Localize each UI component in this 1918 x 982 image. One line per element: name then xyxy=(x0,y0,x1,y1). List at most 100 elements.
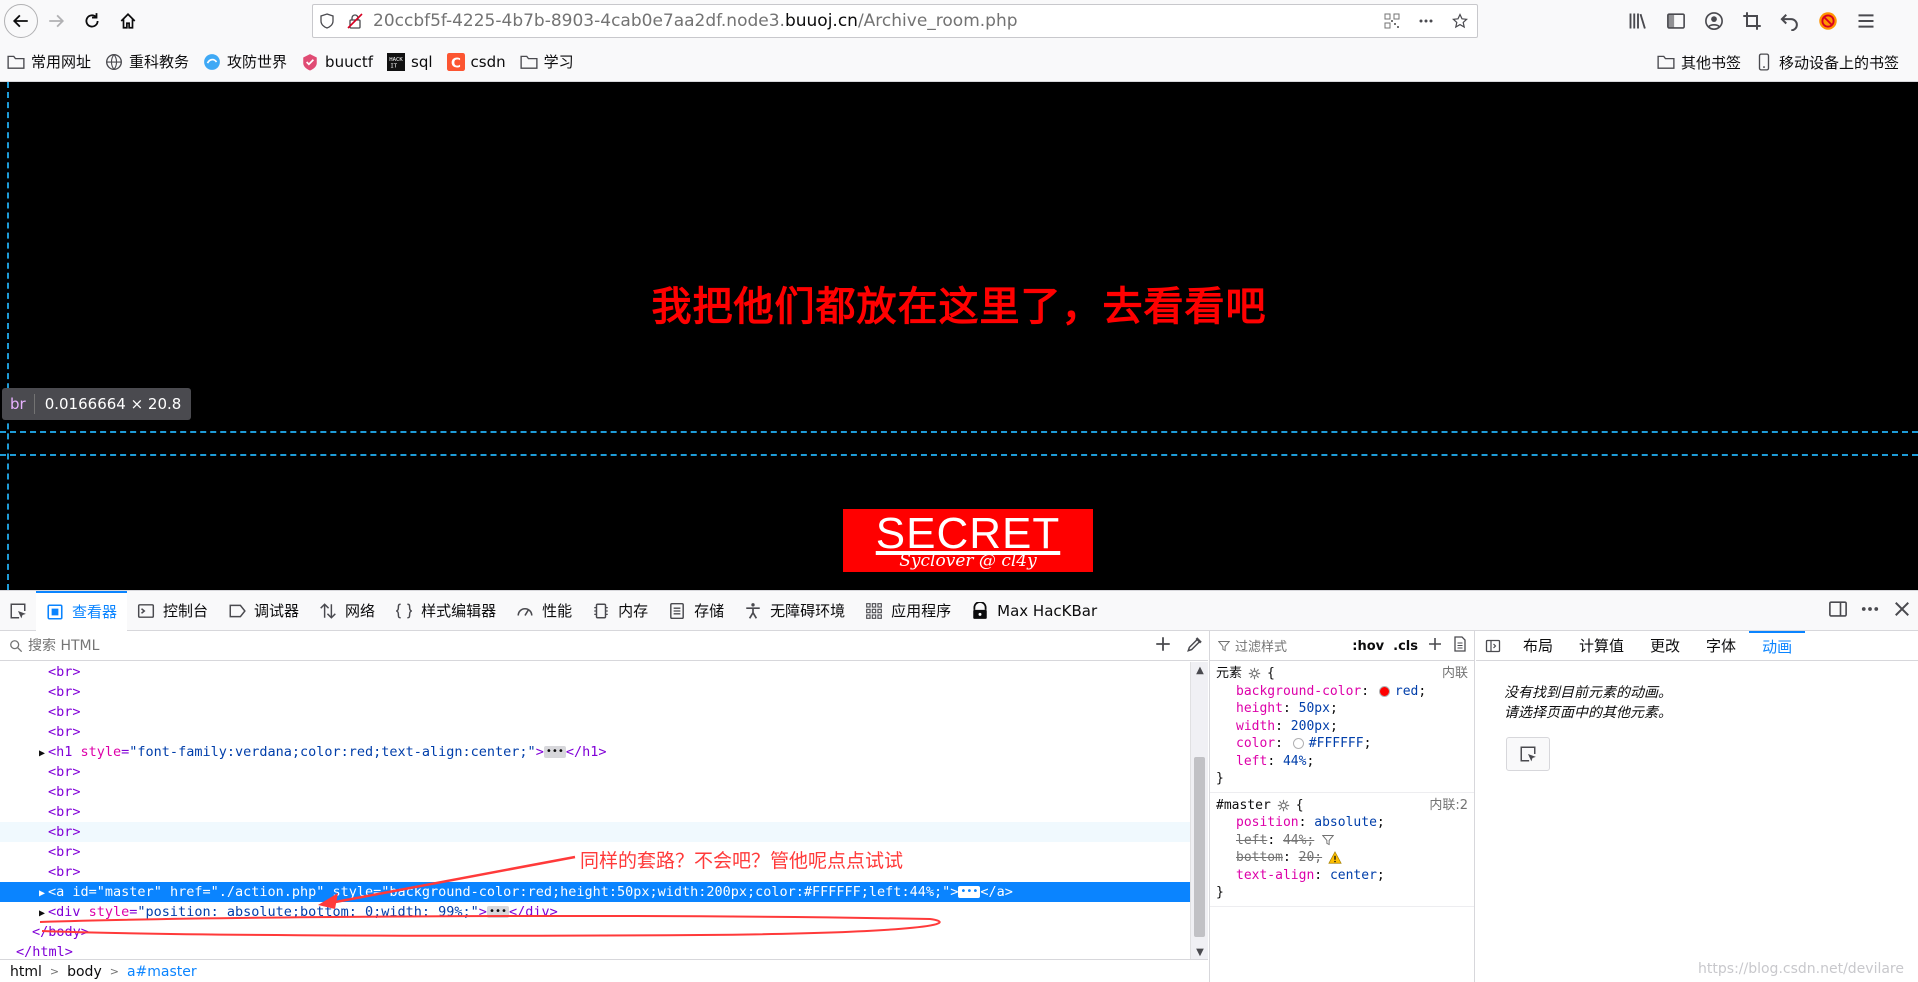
rule-selector[interactable]: 元素 xyxy=(1216,665,1242,683)
breadcrumb-a-master[interactable]: a#master xyxy=(127,964,197,980)
property-value[interactable]: center xyxy=(1330,867,1377,885)
property-value[interactable]: 44% xyxy=(1283,753,1306,771)
rule-selector[interactable]: #master xyxy=(1216,797,1271,815)
gear-icon[interactable] xyxy=(1248,667,1261,680)
expand-twisty-icon[interactable]: ▶ xyxy=(36,884,48,904)
scroll-up-icon[interactable]: ▲ xyxy=(1191,662,1209,678)
bookmark-item[interactable]: 学习 xyxy=(513,47,581,77)
bookmark-item[interactable]: 常用网址 xyxy=(0,47,98,77)
tab-changes[interactable]: 更改 xyxy=(1637,631,1693,661)
add-rule-icon[interactable] xyxy=(1427,636,1443,656)
warning-icon[interactable] xyxy=(1328,850,1342,865)
library-icon[interactable] xyxy=(1622,5,1654,37)
collapsed-content-icon[interactable]: ••• xyxy=(486,906,509,918)
property-value[interactable]: 44% xyxy=(1283,832,1306,850)
property-name[interactable]: color xyxy=(1236,735,1275,753)
tree-node[interactable]: <br> xyxy=(0,682,1190,702)
css-declaration[interactable]: bottom: 20; xyxy=(1216,849,1468,867)
filter-styles[interactable]: 过滤样式 xyxy=(1218,636,1287,655)
rule-source[interactable]: 内联 xyxy=(1442,665,1468,683)
tree-node[interactable]: ▶ <h1 style="font-family:verdana;color:re… xyxy=(0,742,1190,762)
tab-storage[interactable]: 存储 xyxy=(658,591,734,631)
scrollbar-thumb[interactable] xyxy=(1194,757,1205,937)
account-icon[interactable] xyxy=(1698,5,1730,37)
forward-button[interactable] xyxy=(38,3,74,39)
secret-button[interactable]: SECRET Syclover @ cl4y xyxy=(843,509,1093,572)
rule-source[interactable]: 内联:2 xyxy=(1429,797,1468,815)
collapsed-content-icon[interactable]: ••• xyxy=(543,746,566,758)
add-node-icon[interactable] xyxy=(1154,635,1172,657)
undo-icon[interactable] xyxy=(1774,5,1806,37)
property-value[interactable]: red xyxy=(1395,683,1418,701)
url-text[interactable]: 20ccbf5f-4225-4b7b-8903-4cab0e7aa2df.nod… xyxy=(373,11,1018,31)
tab-animations[interactable]: 动画 xyxy=(1749,630,1806,661)
menu-icon[interactable] xyxy=(1850,5,1882,37)
property-value[interactable]: 50px xyxy=(1299,700,1330,718)
css-declaration[interactable]: left: 44%; xyxy=(1216,832,1468,850)
hov-toggle[interactable]: :hov xyxy=(1352,639,1384,654)
tab-style-editor[interactable]: 样式编辑器 xyxy=(385,591,506,631)
breadcrumb-body[interactable]: body xyxy=(67,964,102,980)
expand-twisty-icon[interactable]: ▶ xyxy=(36,904,48,924)
tree-node[interactable]: ▶ <div style="position: absolute;bottom: … xyxy=(0,902,1190,922)
property-name[interactable]: background-color xyxy=(1236,683,1361,701)
selected-node[interactable]: ▶ <a id="master" href="./action.php" styl… xyxy=(0,882,1190,902)
bookmark-item[interactable]: buuctf xyxy=(294,47,380,77)
breadcrumb-html[interactable]: html xyxy=(10,964,42,980)
bookmark-item[interactable]: HACK IT sql xyxy=(380,47,440,77)
tree-node[interactable]: <br> xyxy=(0,822,1190,842)
tree-node[interactable]: </html> xyxy=(0,942,1190,960)
tab-console[interactable]: 控制台 xyxy=(127,591,218,631)
tab-computed[interactable]: 计算值 xyxy=(1566,631,1637,661)
expand-twisty-icon[interactable]: ▶ xyxy=(36,744,48,764)
tree-node[interactable]: <br> xyxy=(0,702,1190,722)
markup-scrollbar[interactable]: ▲ ▼ xyxy=(1190,662,1208,960)
gear-icon[interactable] xyxy=(1277,799,1290,812)
tab-application[interactable]: 应用程序 xyxy=(855,591,961,631)
property-value[interactable]: absolute xyxy=(1314,814,1377,832)
property-value[interactable]: 20 xyxy=(1299,849,1315,867)
tree-node[interactable]: <br> xyxy=(0,662,1190,682)
page-actions-icon[interactable] xyxy=(1413,6,1439,36)
blocked-extension-icon[interactable] xyxy=(1812,5,1844,37)
property-name[interactable]: left xyxy=(1236,753,1267,771)
tab-performance[interactable]: 性能 xyxy=(506,591,582,631)
tab-layout[interactable]: 布局 xyxy=(1510,631,1566,661)
css-declaration[interactable]: background-color: red; xyxy=(1216,683,1468,701)
property-name[interactable]: bottom xyxy=(1236,849,1283,867)
css-declaration[interactable]: color: #FFFFFF; xyxy=(1216,735,1468,753)
property-name[interactable]: left xyxy=(1236,832,1267,850)
mobile-bookmarks[interactable]: 移动设备上的书签 xyxy=(1748,47,1906,77)
insecure-lock-icon[interactable] xyxy=(341,6,369,36)
css-declaration[interactable]: text-align: center; xyxy=(1216,867,1468,885)
css-declaration[interactable]: width: 200px; xyxy=(1216,718,1468,736)
property-name[interactable]: height xyxy=(1236,700,1283,718)
html-search-input[interactable] xyxy=(28,637,1028,654)
collapsed-content-icon[interactable]: ••• xyxy=(958,886,981,898)
url-bar[interactable]: 20ccbf5f-4225-4b7b-8903-4cab0e7aa2df.nod… xyxy=(312,4,1478,38)
tree-node[interactable]: <br> xyxy=(0,722,1190,742)
bookmark-item[interactable]: 重科教务 xyxy=(98,47,196,77)
more-options-icon[interactable] xyxy=(1860,599,1880,623)
color-swatch[interactable] xyxy=(1292,738,1304,750)
tab-inspector[interactable]: 查看器 xyxy=(36,590,128,631)
tree-node[interactable]: <br> xyxy=(0,782,1190,802)
css-declaration[interactable]: height: 50px; xyxy=(1216,700,1468,718)
property-value[interactable]: 200px xyxy=(1291,718,1330,736)
tab-network[interactable]: 网络 xyxy=(309,591,385,631)
animation-picker-button[interactable] xyxy=(1506,737,1550,771)
bookmark-item[interactable]: 攻防世界 xyxy=(196,47,294,77)
property-name[interactable]: text-align xyxy=(1236,867,1314,885)
tree-node[interactable]: <br> xyxy=(0,802,1190,822)
tab-max-hackbar[interactable]: Max HacKBar xyxy=(961,591,1107,631)
css-declaration[interactable]: left: 44%; xyxy=(1216,753,1468,771)
property-name[interactable]: position xyxy=(1236,814,1299,832)
star-icon[interactable] xyxy=(1447,6,1473,36)
tree-node[interactable]: </body> xyxy=(0,922,1190,942)
cls-toggle[interactable]: .cls xyxy=(1393,639,1418,654)
dock-icon[interactable] xyxy=(1828,599,1848,623)
toggle-pane-icon[interactable] xyxy=(1476,631,1510,661)
tree-node[interactable]: <br> xyxy=(0,762,1190,782)
eyedropper-icon[interactable] xyxy=(1186,635,1204,657)
tab-debugger[interactable]: 调试器 xyxy=(218,591,309,631)
